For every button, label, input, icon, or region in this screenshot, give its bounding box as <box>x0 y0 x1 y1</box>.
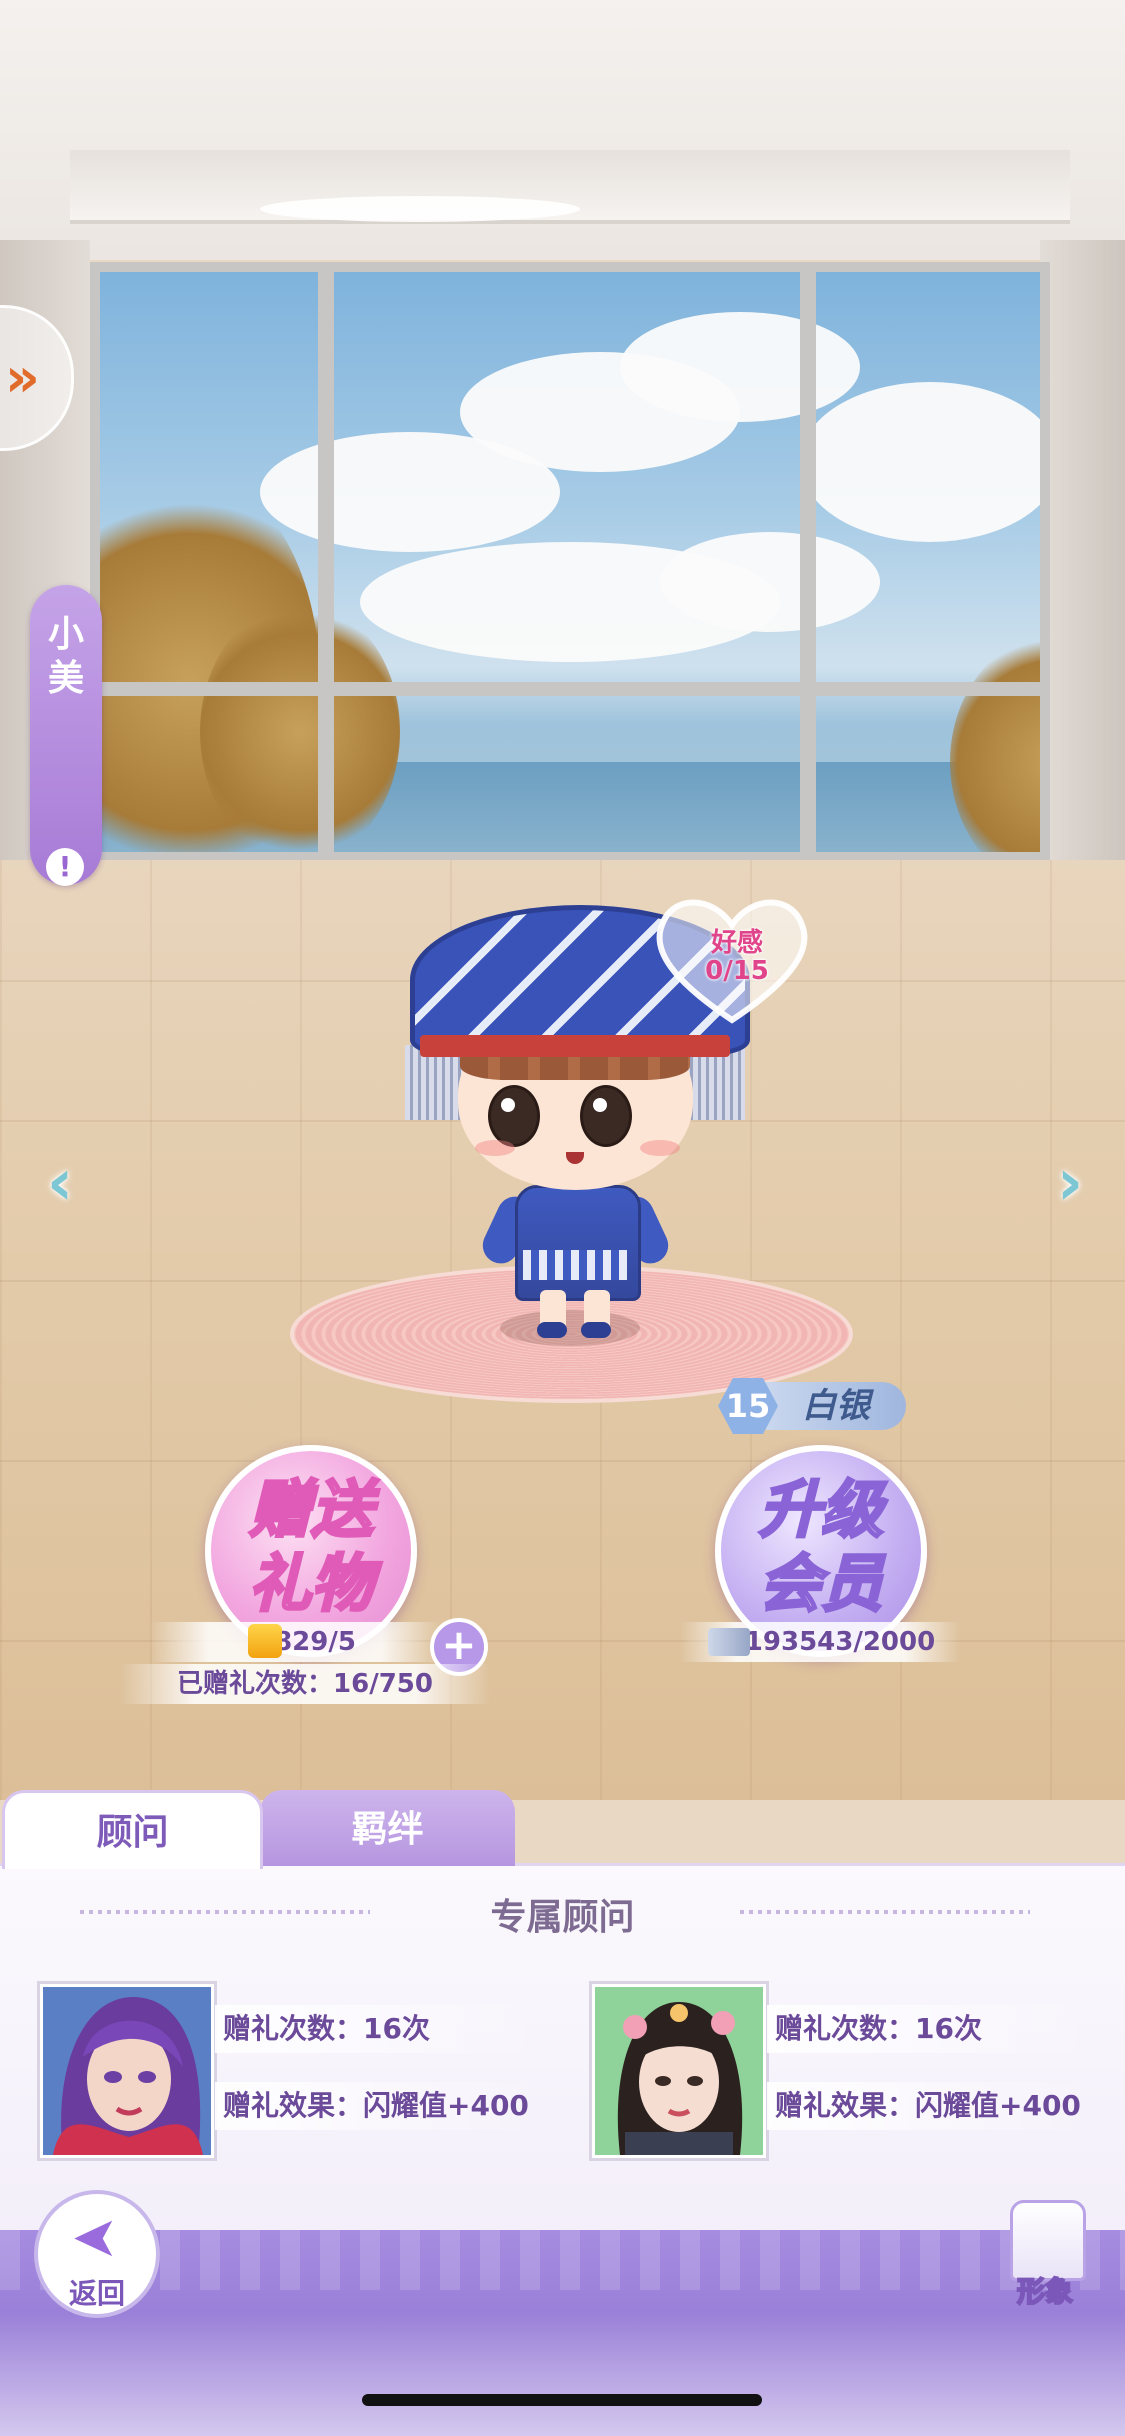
right-wall <box>1040 240 1125 890</box>
character-dress-trim <box>523 1250 627 1280</box>
back-button[interactable]: ➤ 返回 <box>34 2190 160 2318</box>
character-name: 小美 <box>48 614 85 699</box>
character-name-tab[interactable]: 小美 <box>30 585 102 885</box>
prev-character-button[interactable]: ‹ <box>35 1148 85 1218</box>
advisor-portrait[interactable] <box>40 1984 214 2158</box>
chevron-right-icon: › <box>1056 1146 1084 1220</box>
back-arrow-icon: ➤ <box>71 2205 119 2270</box>
home-indicator <box>362 2394 762 2406</box>
double-chevron-right-icon: » <box>5 346 40 409</box>
advisor-gift-count: 赠礼次数：16次 <box>215 2005 543 2053</box>
character-blush <box>640 1140 680 1156</box>
title-divider <box>740 1910 1030 1914</box>
back-label: 返回 <box>68 2277 125 2310</box>
bottom-bar-pattern <box>0 2230 1125 2290</box>
advisor-avatar <box>43 1987 211 2155</box>
tab-advisor[interactable]: 顾问 <box>2 1790 263 1869</box>
advisor-gift-effect: 赠礼效果：闪耀值+400 <box>767 2082 1095 2130</box>
affection-label: 好感 <box>710 928 763 958</box>
advisor-portrait[interactable] <box>592 1984 766 2158</box>
advisor-gift-effect: 赠礼效果：闪耀值+400 <box>215 2082 543 2130</box>
plus-icon: + <box>441 1620 477 1669</box>
exclamation-icon[interactable]: ! <box>46 848 84 886</box>
appearance-label: 形象 <box>1016 2274 1074 2309</box>
affection-heart: 好感 0/15 <box>652 890 812 1030</box>
give-gift-label-2: 礼物 <box>247 1547 374 1620</box>
gift-stock-value: 829/5 <box>274 1627 356 1657</box>
vip-rank-name: 白银 <box>766 1382 906 1430</box>
advisor-gift-count: 赠礼次数：16次 <box>767 2005 1095 2053</box>
advisor-avatar <box>595 1987 763 2155</box>
character-blush <box>475 1140 515 1156</box>
outfit-icon <box>1010 2200 1086 2281</box>
appearance-button[interactable]: 形象 <box>990 2200 1100 2310</box>
character-shoe <box>581 1322 611 1338</box>
character-eye <box>488 1085 540 1147</box>
vip-progress-value: 193543/2000 <box>744 1627 936 1657</box>
next-character-button[interactable]: › <box>1045 1148 1095 1218</box>
gift-count-text: 已赠礼次数：16/750 <box>120 1664 490 1704</box>
vip-progress-bar: 193543/2000 <box>680 1622 960 1662</box>
hat-band <box>420 1035 730 1057</box>
character-body <box>515 1185 641 1301</box>
section-title: 专属顾问 <box>490 1897 635 1938</box>
member-card-icon <box>708 1628 750 1656</box>
tab-bond[interactable]: 羁绊 <box>260 1790 515 1866</box>
upgrade-vip-label-1: 升级 <box>757 1473 884 1546</box>
affection-value: 0/15 <box>705 956 769 986</box>
gift-stock-bar: 829/5 <box>150 1622 440 1662</box>
chevron-left-icon: ‹ <box>46 1146 74 1220</box>
upgrade-vip-label-2: 会员 <box>757 1547 884 1620</box>
character-shoe <box>537 1322 567 1338</box>
ceiling-light <box>260 196 580 222</box>
vip-rank-badge: 白银 15 <box>718 1378 908 1434</box>
give-gift-label-1: 赠送 <box>247 1473 374 1546</box>
character-eye <box>580 1085 632 1147</box>
window-view <box>90 262 1050 862</box>
gift-bag-icon <box>248 1624 282 1658</box>
